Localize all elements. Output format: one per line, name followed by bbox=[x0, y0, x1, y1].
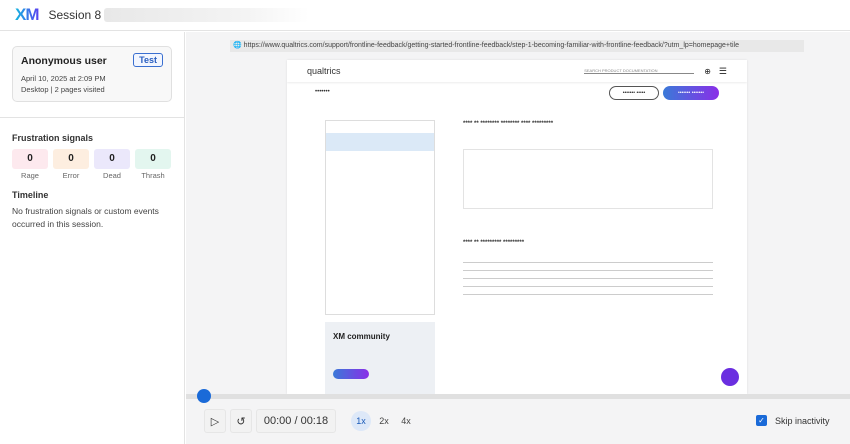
skip-inactivity-label: Skip inactivity bbox=[775, 415, 830, 426]
page-url: 🌐 https://www.qualtrics.com/support/fron… bbox=[230, 40, 804, 52]
frustration-title: Frustration signals bbox=[12, 133, 94, 143]
signal-rage: 0 Rage bbox=[12, 149, 48, 180]
masked-content: **** ** ******** ******** **** *********… bbox=[463, 120, 713, 298]
session-date: April 10, 2025 at 2:09 PM bbox=[21, 74, 106, 83]
timeline-title: Timeline bbox=[12, 190, 49, 200]
speed-1x[interactable]: 1x bbox=[351, 411, 371, 431]
menu-icon: ☰ bbox=[718, 65, 727, 76]
signal-error: 0 Error bbox=[53, 149, 89, 180]
community-banner: XM community bbox=[325, 322, 435, 394]
replay-area: 🌐 https://www.qualtrics.com/support/fron… bbox=[186, 32, 850, 444]
masked-button: ••••••• ••••• bbox=[609, 86, 659, 100]
site-logo: qualtrics bbox=[307, 66, 341, 76]
play-icon: ▷ bbox=[210, 415, 220, 428]
session-title: Session 8 bbox=[48, 8, 102, 22]
session-device: Desktop | 2 pages visited bbox=[21, 85, 105, 94]
masked-cta: ••••••• ••••••• bbox=[663, 86, 719, 100]
speed-2x[interactable]: 2x bbox=[374, 411, 394, 431]
restart-button[interactable]: ↺ bbox=[230, 409, 252, 433]
test-badge: Test bbox=[133, 53, 163, 67]
play-button[interactable]: ▷ bbox=[204, 409, 226, 433]
redacted-session-id bbox=[104, 8, 310, 22]
header: XM Session 8 bbox=[0, 0, 850, 31]
masked-toc bbox=[325, 120, 435, 315]
timeline-scrubber[interactable] bbox=[186, 394, 850, 399]
replayed-page: qualtrics SEARCH PRODUCT DOCUMENTATION ⊕… bbox=[287, 60, 747, 394]
sidebar: Anonymous user Test April 10, 2025 at 2:… bbox=[0, 32, 185, 444]
scrubber-handle[interactable] bbox=[197, 389, 211, 403]
time-display: 00:00 / 00:18 bbox=[256, 409, 336, 433]
globe-icon: ⊕ bbox=[704, 66, 711, 76]
chat-button bbox=[721, 368, 739, 386]
skip-inactivity-checkbox[interactable]: ✓ bbox=[756, 415, 767, 426]
timeline-empty: No frustration signals or custom events … bbox=[12, 206, 159, 229]
xm-logo: XM bbox=[15, 5, 39, 24]
signal-dead: 0 Dead bbox=[94, 149, 130, 180]
speed-4x[interactable]: 4x bbox=[396, 411, 416, 431]
restart-icon: ↺ bbox=[236, 415, 246, 428]
user-card: Anonymous user Test April 10, 2025 at 2:… bbox=[12, 46, 172, 102]
signal-thrash: 0 Thrash bbox=[135, 149, 171, 180]
skip-inactivity[interactable]: ✓ Skip inactivity bbox=[756, 415, 830, 426]
site-search: SEARCH PRODUCT DOCUMENTATION bbox=[584, 68, 695, 74]
